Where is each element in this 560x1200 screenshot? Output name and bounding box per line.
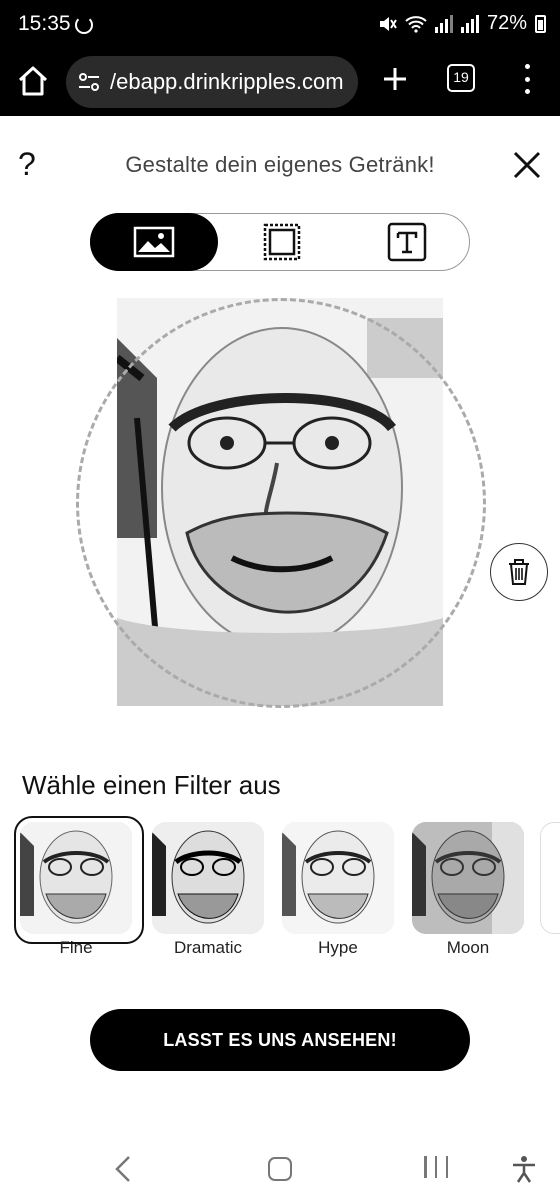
filter-section-title: Wähle einen Filter aus bbox=[22, 770, 281, 800]
status-time: 15:35 bbox=[18, 12, 71, 35]
url-text[interactable]: /ebapp.drinkripples.com bbox=[110, 69, 344, 95]
site-settings-icon[interactable] bbox=[76, 69, 102, 95]
delete-photo-button[interactable] bbox=[490, 543, 548, 601]
tab-switcher-button[interactable]: 19 bbox=[447, 64, 475, 92]
system-nav-bar bbox=[0, 1140, 560, 1200]
filter-thumbnail bbox=[282, 822, 394, 934]
filter-label: Fine bbox=[59, 938, 93, 957]
filter-moon[interactable]: Moon bbox=[406, 816, 536, 966]
wifi-icon bbox=[405, 15, 427, 33]
image-icon bbox=[133, 226, 175, 258]
accessibility-icon[interactable] bbox=[510, 1154, 538, 1184]
filter-list: Fine Dramatic Hype Moon bbox=[14, 816, 560, 966]
browser-toolbar: /ebapp.drinkripples.com 19 bbox=[0, 50, 560, 116]
signal-icon bbox=[434, 14, 453, 33]
status-bar: 15:35 72% bbox=[0, 0, 560, 50]
home-icon[interactable] bbox=[16, 64, 50, 98]
filter-label: Moon bbox=[446, 938, 490, 957]
tab-image[interactable] bbox=[90, 213, 218, 271]
mode-toggle bbox=[90, 213, 470, 271]
frame-icon bbox=[263, 223, 301, 261]
filter-thumbnail bbox=[152, 822, 264, 934]
crop-guide-circle bbox=[76, 298, 486, 708]
mute-icon bbox=[379, 16, 397, 31]
filter-next-partial[interactable] bbox=[540, 822, 560, 934]
url-bar[interactable]: /ebapp.drinkripples.com bbox=[66, 56, 358, 108]
signal-icon-2 bbox=[460, 14, 479, 33]
filter-thumbnail bbox=[412, 822, 524, 934]
tab-count: 19 bbox=[453, 69, 469, 85]
recent-apps-icon[interactable] bbox=[424, 1156, 448, 1182]
filter-label: Dramatic bbox=[173, 938, 242, 957]
trash-icon bbox=[509, 559, 529, 585]
tab-text[interactable] bbox=[343, 213, 471, 271]
filter-thumbnail bbox=[20, 822, 132, 934]
sync-icon bbox=[75, 16, 93, 34]
battery-icon bbox=[535, 14, 546, 33]
tab-frame[interactable] bbox=[218, 213, 346, 271]
preview-button[interactable]: LASST ES UNS ANSEHEN! bbox=[90, 1009, 470, 1071]
more-menu-icon[interactable] bbox=[517, 64, 537, 94]
close-icon[interactable] bbox=[512, 150, 542, 180]
back-icon[interactable] bbox=[112, 1154, 134, 1184]
text-icon bbox=[387, 222, 427, 262]
filter-dramatic[interactable]: Dramatic bbox=[146, 816, 276, 966]
filter-fine[interactable]: Fine bbox=[14, 816, 144, 966]
page-title: Gestalte dein eigenes Getränk! bbox=[125, 152, 435, 177]
new-tab-icon[interactable] bbox=[380, 64, 410, 94]
filter-hype[interactable]: Hype bbox=[276, 816, 406, 966]
battery-percent: 72% bbox=[486, 12, 527, 34]
home-nav-icon[interactable] bbox=[268, 1157, 292, 1181]
filter-label: Hype bbox=[318, 938, 358, 957]
status-indicators: 72% bbox=[377, 12, 546, 35]
